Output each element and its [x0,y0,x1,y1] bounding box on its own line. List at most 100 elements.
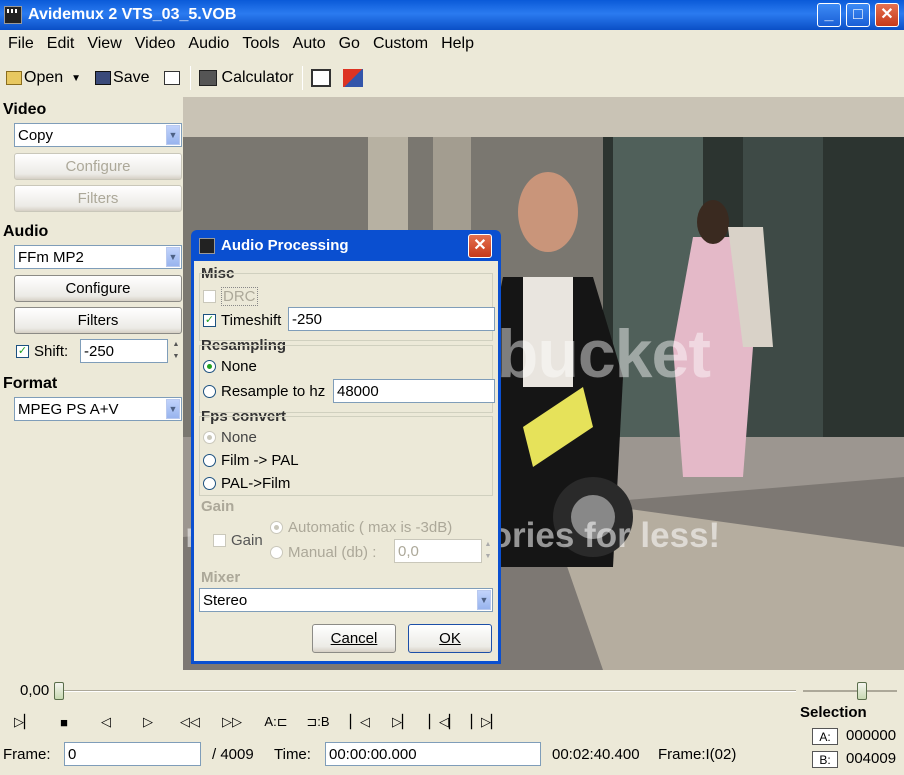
shift-spinner[interactable]: ▲ ▼ [170,339,182,363]
film-pal-row[interactable]: Film -> PAL [203,452,299,469]
menu-audio[interactable]: Audio [188,35,229,53]
fast-forward-icon[interactable]: ▷▷ [222,714,242,730]
gain-manual-radio [270,546,283,559]
toolbar-separator [301,66,303,90]
volume-slider-thumb[interactable] [857,682,867,700]
previous-keyframe-icon[interactable]: ▏◁▏ [429,714,459,730]
resample-hz-input[interactable]: 48000 [333,379,495,403]
timeshift-checkbox[interactable]: ✓ [203,314,216,327]
video-codec-select[interactable]: Copy ▼ [14,123,182,147]
menu-video[interactable]: Video [135,35,176,53]
next-frame-icon[interactable]: ▷ [138,714,158,730]
set-marker-a-icon[interactable]: A:⊏ [262,714,290,730]
chevron-down-icon[interactable]: ▼ [71,73,81,84]
menu-file[interactable]: File [8,35,34,53]
frame-label: Frame: [3,746,51,763]
volume-slider-track[interactable] [803,690,897,692]
video-configure-button: Configure [14,153,182,180]
shift-checkbox-row[interactable]: ✓ Shift: [16,343,68,360]
film-pal-radio[interactable] [203,454,216,467]
selection-a-button[interactable]: A: [812,728,838,745]
preview-button[interactable] [310,69,333,87]
mixer-select[interactable]: Stereo ▼ [199,588,493,612]
gain-checkbox-row[interactable]: Gain [213,532,263,549]
toolbar: Open ▼ Save Calculator [0,62,904,94]
video-filters-button: Filters [14,185,182,212]
menu-edit[interactable]: Edit [47,35,75,53]
duration-text: 00:02:40.400 [552,746,640,763]
monitor-icon [310,69,331,87]
timeshift-row[interactable]: ✓ Timeshift [203,312,281,329]
selection-b-button[interactable]: B: [812,751,838,768]
time-input[interactable]: 00:00:00.000 [325,742,541,766]
shift-checkbox[interactable]: ✓ [16,345,29,358]
menu-auto[interactable]: Auto [293,35,326,53]
minimize-button[interactable]: _ [817,3,841,27]
gain-group-title: Gain [201,498,235,515]
previous-frame-icon[interactable]: ◁ [96,714,116,730]
menu-tools[interactable]: Tools [242,35,279,53]
gain-checkbox[interactable] [213,534,226,547]
set-marker-b-icon[interactable]: ⊐:B [304,714,332,730]
swap-button[interactable] [342,69,365,87]
info-button[interactable] [163,71,182,85]
format-select[interactable]: MPEG PS A+V ▼ [14,397,182,421]
selection-b-value: 004009 [846,750,897,767]
maximize-button[interactable]: □ [846,3,870,27]
pal-film-radio[interactable] [203,477,216,490]
timeline-slider-track[interactable] [58,690,796,692]
folder-icon [6,71,22,85]
calculator-button[interactable]: Calculator [198,69,294,87]
clapperboard-icon [4,6,22,24]
audio-section-label: Audio [3,223,49,240]
clapperboard-icon [199,237,215,254]
save-button[interactable]: Save [95,69,150,87]
selection-label: Selection [800,704,867,721]
menu-help[interactable]: Help [441,35,474,53]
resample-none-radio[interactable] [203,360,216,373]
audio-codec-select[interactable]: FFm MP2 ▼ [14,245,182,269]
menu-go[interactable]: Go [339,35,360,53]
frame-input[interactable]: 0 [64,742,201,766]
mixer-group-title: Mixer [201,569,241,586]
toolbar-separator [189,66,191,90]
shift-input[interactable]: -250 [80,339,168,363]
resample-none-row[interactable]: None [203,358,257,375]
stop-icon[interactable]: ■ [54,714,74,730]
time-label: Time: [274,746,311,763]
menu-view[interactable]: View [87,35,121,53]
audio-filters-button[interactable]: Filters [14,307,182,334]
ok-button[interactable]: OK [408,624,492,653]
pal-film-row[interactable]: PAL->Film [203,475,290,492]
resample-to-radio[interactable] [203,385,216,398]
next-keyframe-icon[interactable]: ▏▷▏ [471,714,501,730]
timeshift-input[interactable]: -250 [288,307,495,331]
dialog-body: Misc DRC ✓ Timeshift -250 Resampling Non… [194,261,498,661]
rewind-icon[interactable]: ◁◁ [180,714,200,730]
gain-manual-input: 0,0 [394,539,482,563]
menu-bar: File Edit View Video Audio Tools Auto Go… [0,31,904,57]
play-icon[interactable]: ▷▏ [14,714,34,730]
chevron-down-icon: ▼ [477,590,491,610]
menu-custom[interactable]: Custom [373,35,428,53]
audio-configure-button[interactable]: Configure [14,275,182,302]
resample-to-row[interactable]: Resample to hz [203,383,325,400]
open-button[interactable]: Open ▼ [6,69,81,87]
cancel-button[interactable]: Cancel [312,624,396,653]
gain-manual-row: Manual (db) : [270,544,376,561]
info-icon [163,71,180,85]
total-frames: / 4009 [212,746,254,763]
go-to-end-icon[interactable]: ▷▏ [392,714,412,730]
video-section-label: Video [3,101,47,118]
go-to-start-icon[interactable]: ▏◁ [350,714,370,730]
floppy-icon [95,71,112,85]
close-button[interactable]: ✕ [875,3,899,27]
gain-automatic-radio [270,521,283,534]
chevron-down-icon: ▼ [166,125,180,145]
dialog-close-button[interactable]: ✕ [468,234,492,258]
format-section-label: Format [3,375,58,392]
fps-none-radio [203,431,216,444]
dialog-title-bar: Audio Processing ✕ [194,230,498,261]
frame-type-text: Frame:I(02) [658,746,737,763]
timeline-slider-thumb[interactable] [54,682,64,700]
